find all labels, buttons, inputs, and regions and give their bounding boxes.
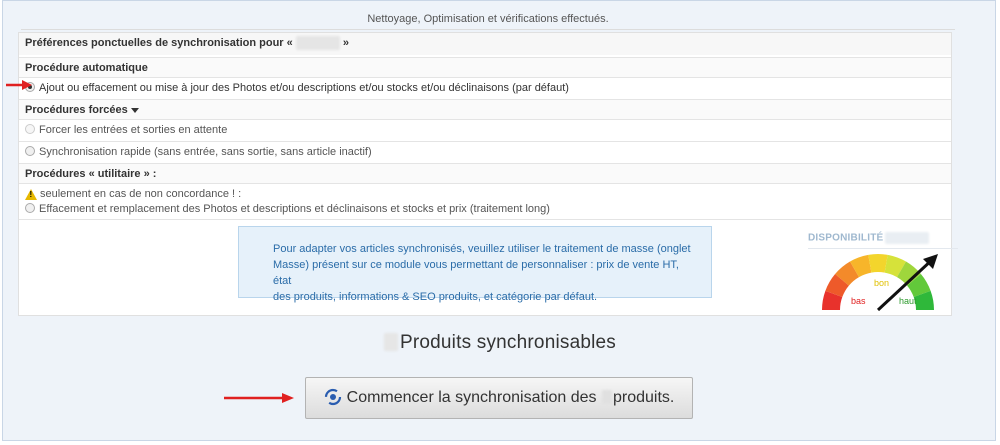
utility-procedures-heading: Procédures « utilitaire » : bbox=[19, 163, 951, 183]
forced-option1-row[interactable]: Forcer les entrées et sorties en attente bbox=[19, 119, 951, 141]
info-line-3: des produits, informations & SEO produit… bbox=[273, 291, 598, 303]
caret-down-icon[interactable] bbox=[130, 107, 139, 113]
availability-name-redacted bbox=[885, 232, 930, 244]
start-sync-prefix: Commencer la synchronisation des bbox=[346, 389, 597, 406]
syncable-products-title: Produits synchronisables bbox=[0, 332, 1000, 354]
utility-heading-label: Procédures « utilitaire » : bbox=[25, 168, 157, 180]
forced-option2-radio[interactable] bbox=[25, 146, 35, 157]
utility-option-label: Effacement et remplacement des Photos et… bbox=[39, 203, 550, 215]
forced-option2-row[interactable]: Synchronisation rapide (sans entrée, san… bbox=[19, 141, 951, 163]
forced-option2-label: Synchronisation rapide (sans entrée, san… bbox=[39, 146, 372, 158]
availability-label: DISPONIBILITÉ bbox=[808, 232, 930, 244]
status-message: Nettoyage, Optimisation et vérifications… bbox=[21, 9, 955, 30]
preferences-title-suffix: » bbox=[342, 37, 349, 49]
utility-warning: ! seulement en cas de non concordance ! : bbox=[25, 187, 951, 202]
gauge-good-label: bon bbox=[874, 278, 889, 288]
forced-heading-label: Procédures forcées bbox=[25, 104, 128, 116]
auto-option-label: Ajout ou effacement ou mise à jour des P… bbox=[39, 82, 569, 94]
start-sync-button[interactable]: Commencer la synchronisation des produit… bbox=[305, 377, 693, 419]
gauge-segment bbox=[868, 254, 888, 273]
syncable-products-label: Produits synchronisables bbox=[399, 332, 617, 353]
info-line-2: Masse) présent sur ce module vous permet… bbox=[273, 259, 679, 287]
sync-icon bbox=[324, 388, 341, 405]
forced-option1-radio[interactable] bbox=[25, 124, 35, 135]
mass-processing-info: Pour adapter vos articles synchronisés, … bbox=[238, 226, 712, 303]
product-count-redacted bbox=[383, 333, 398, 351]
utility-warning-label: seulement en cas de non concordance ! : bbox=[40, 188, 242, 200]
forced-procedures-heading[interactable]: Procédures forcées bbox=[19, 99, 951, 119]
preferences-title: Préférences ponctuelles de synchronisati… bbox=[19, 33, 951, 55]
info-line-1: Pour adapter vos articles synchronisés, … bbox=[273, 243, 691, 255]
auto-heading-label: Procédure automatique bbox=[25, 62, 148, 74]
red-arrow-annotation-button bbox=[224, 393, 294, 403]
availability-label-text: DISPONIBILITÉ bbox=[808, 232, 884, 244]
utility-option-row[interactable]: ! seulement en cas de non concordance ! :… bbox=[19, 183, 951, 219]
button-count-redacted bbox=[601, 390, 612, 404]
utility-option-radio[interactable] bbox=[25, 203, 35, 214]
shop-name-redacted bbox=[295, 36, 340, 51]
gauge-high-label: haut bbox=[899, 296, 917, 306]
availability-gauge: bas bon haut bbox=[822, 254, 938, 312]
start-sync-suffix: produits. bbox=[612, 389, 675, 406]
preferences-title-prefix: Préférences ponctuelles de synchronisati… bbox=[25, 37, 293, 49]
warning-icon: ! bbox=[25, 188, 37, 200]
gauge-low-label: bas bbox=[851, 296, 866, 306]
auto-option-row[interactable]: Ajout ou effacement ou mise à jour des P… bbox=[19, 77, 951, 99]
auto-procedure-heading: Procédure automatique bbox=[19, 57, 951, 77]
forced-option1-label: Forcer les entrées et sorties en attente bbox=[39, 124, 228, 136]
red-arrow-annotation-radio bbox=[6, 80, 32, 90]
